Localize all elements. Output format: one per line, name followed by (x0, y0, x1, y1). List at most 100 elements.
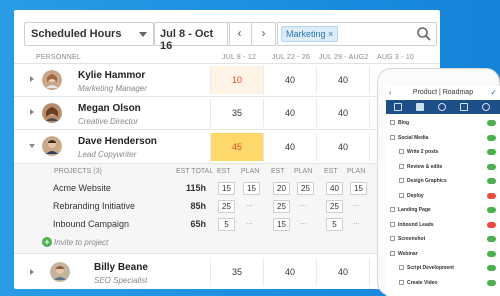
task-name: Inbound Leads (398, 221, 434, 228)
view-select-label: Scheduled Hours (31, 28, 122, 40)
est-input[interactable]: 5 (326, 218, 343, 231)
person-name: Megan Olson (78, 103, 141, 114)
phone-task-row[interactable]: Landing Page (386, 205, 500, 215)
plan-placeholder[interactable]: ... (300, 199, 307, 208)
status-pill (487, 265, 496, 271)
task-checkbox[interactable] (390, 221, 395, 227)
expand-arrow-icon[interactable] (30, 269, 34, 275)
status-pill (487, 236, 496, 242)
est-input[interactable]: 25 (326, 200, 343, 213)
board-tab-icon[interactable] (416, 103, 424, 111)
hours-cell[interactable]: 40 (263, 99, 316, 127)
project-name[interactable]: Inbound Campaign (53, 219, 129, 229)
hours-cell[interactable]: 35 (210, 258, 263, 286)
previous-range-button[interactable]: ‹ (227, 22, 252, 46)
search-icon[interactable] (416, 26, 432, 42)
plan-input[interactable]: 15 (350, 182, 367, 195)
hours-cell[interactable]: 40 (263, 66, 316, 94)
next-range-button[interactable]: › (251, 22, 276, 46)
phone-task-row[interactable]: Inbound Leads (386, 220, 500, 230)
phone-task-row[interactable]: Create Video (386, 278, 500, 288)
phone-task-row[interactable]: Deploy (386, 191, 500, 201)
collapse-arrow-icon[interactable] (29, 144, 35, 148)
person-role: Lead Copywriter (78, 150, 137, 159)
phone-task-row[interactable]: Webinar (386, 249, 500, 259)
person-role: SEO Specialist (94, 276, 148, 285)
toolbar: Scheduled Hours Jul 8 - Oct 16 ‹ › Marke… (14, 10, 440, 52)
hours-cell[interactable]: 35 (210, 99, 263, 127)
est-input[interactable]: 20 (273, 182, 290, 195)
project-name[interactable]: Acme Website (53, 183, 111, 193)
filter-search-field[interactable]: Marketing × (277, 22, 437, 46)
status-pill (487, 149, 496, 155)
hours-cell[interactable]: 40 (263, 133, 316, 161)
hours-cell[interactable]: 40 (316, 99, 369, 127)
expand-arrow-icon[interactable] (30, 76, 34, 82)
list-tab-icon[interactable] (394, 103, 402, 111)
remove-tag-icon[interactable]: × (328, 29, 333, 39)
week-header: JUL 29 - AUG2 (319, 54, 369, 61)
project-name[interactable]: Rebranding Initiative (53, 201, 135, 211)
task-name: Screenshot (398, 236, 426, 242)
task-checkbox[interactable] (399, 163, 404, 169)
doc-tab-icon[interactable] (460, 103, 468, 111)
hours-cell[interactable]: 40 (316, 258, 369, 286)
task-checkbox[interactable] (399, 178, 404, 183)
phone-task-row[interactable]: Write 2 posts (386, 147, 500, 157)
task-checkbox[interactable] (390, 236, 395, 241)
est-input[interactable]: 40 (326, 182, 343, 195)
check-icon[interactable]: ✓ (490, 86, 497, 100)
phone-task-row[interactable]: Blog (386, 118, 500, 128)
task-checkbox[interactable] (399, 149, 404, 154)
filter-tag-label: Marketing (286, 29, 326, 39)
avatar (50, 262, 70, 282)
phone-task-row[interactable]: Design Graphics (386, 176, 500, 186)
projects-header: PROJECTS (3) (54, 168, 102, 175)
plan-input[interactable]: 15 (243, 182, 260, 195)
task-checkbox[interactable] (390, 207, 395, 212)
info-tab-icon[interactable] (482, 103, 490, 111)
invite-link[interactable]: Invite to project (54, 238, 108, 247)
avatar (42, 103, 62, 123)
person-role: Marketing Manager (78, 84, 147, 93)
plan-placeholder[interactable]: ... (246, 217, 253, 226)
week-header: AUG 3 - 10 (377, 54, 415, 61)
phone-task-row[interactable]: Screenshot (386, 234, 500, 244)
phone-task-row[interactable]: Review & edits (386, 162, 500, 172)
plan-header: PLAN (241, 168, 260, 175)
plan-placeholder[interactable]: ... (353, 217, 360, 226)
plan-placeholder[interactable]: ... (246, 199, 253, 208)
hours-cell[interactable]: 40 (263, 258, 316, 286)
back-icon[interactable]: ‹ (389, 86, 392, 100)
plan-input[interactable]: 25 (297, 182, 314, 195)
plan-placeholder[interactable]: ... (353, 199, 360, 208)
hours-cell[interactable]: 40 (316, 133, 369, 161)
hours-cell[interactable]: 45 (210, 133, 263, 161)
task-checkbox[interactable] (399, 192, 404, 198)
task-name: Blog (398, 120, 410, 126)
est-input[interactable]: 25 (218, 200, 235, 213)
est-input[interactable]: 15 (218, 182, 235, 195)
plan-placeholder[interactable]: ... (300, 217, 307, 226)
task-checkbox[interactable] (399, 279, 404, 285)
task-checkbox[interactable] (390, 120, 395, 125)
view-select[interactable]: Scheduled Hours (24, 22, 154, 46)
hours-cell[interactable]: 10 (210, 66, 263, 94)
task-checkbox[interactable] (390, 250, 395, 256)
date-range-field[interactable]: Jul 8 - Oct 16 (154, 22, 230, 52)
project-total: 115h (185, 183, 206, 193)
est-input[interactable]: 15 (273, 218, 290, 231)
expand-arrow-icon[interactable] (30, 109, 34, 115)
hours-cell[interactable]: 40 (316, 66, 369, 94)
est-input[interactable]: 25 (273, 200, 290, 213)
est-input[interactable]: 5 (218, 218, 235, 231)
phone-task-row[interactable]: Script Development (386, 263, 500, 273)
task-name: Landing Page (398, 207, 431, 213)
chart-tab-icon[interactable] (438, 103, 446, 111)
task-checkbox[interactable] (399, 265, 404, 270)
add-icon[interactable]: + (42, 237, 52, 247)
est-header: EST (324, 168, 338, 175)
phone-task-row[interactable]: Social Media (386, 133, 500, 143)
task-checkbox[interactable] (390, 134, 395, 140)
status-pill (487, 178, 496, 184)
